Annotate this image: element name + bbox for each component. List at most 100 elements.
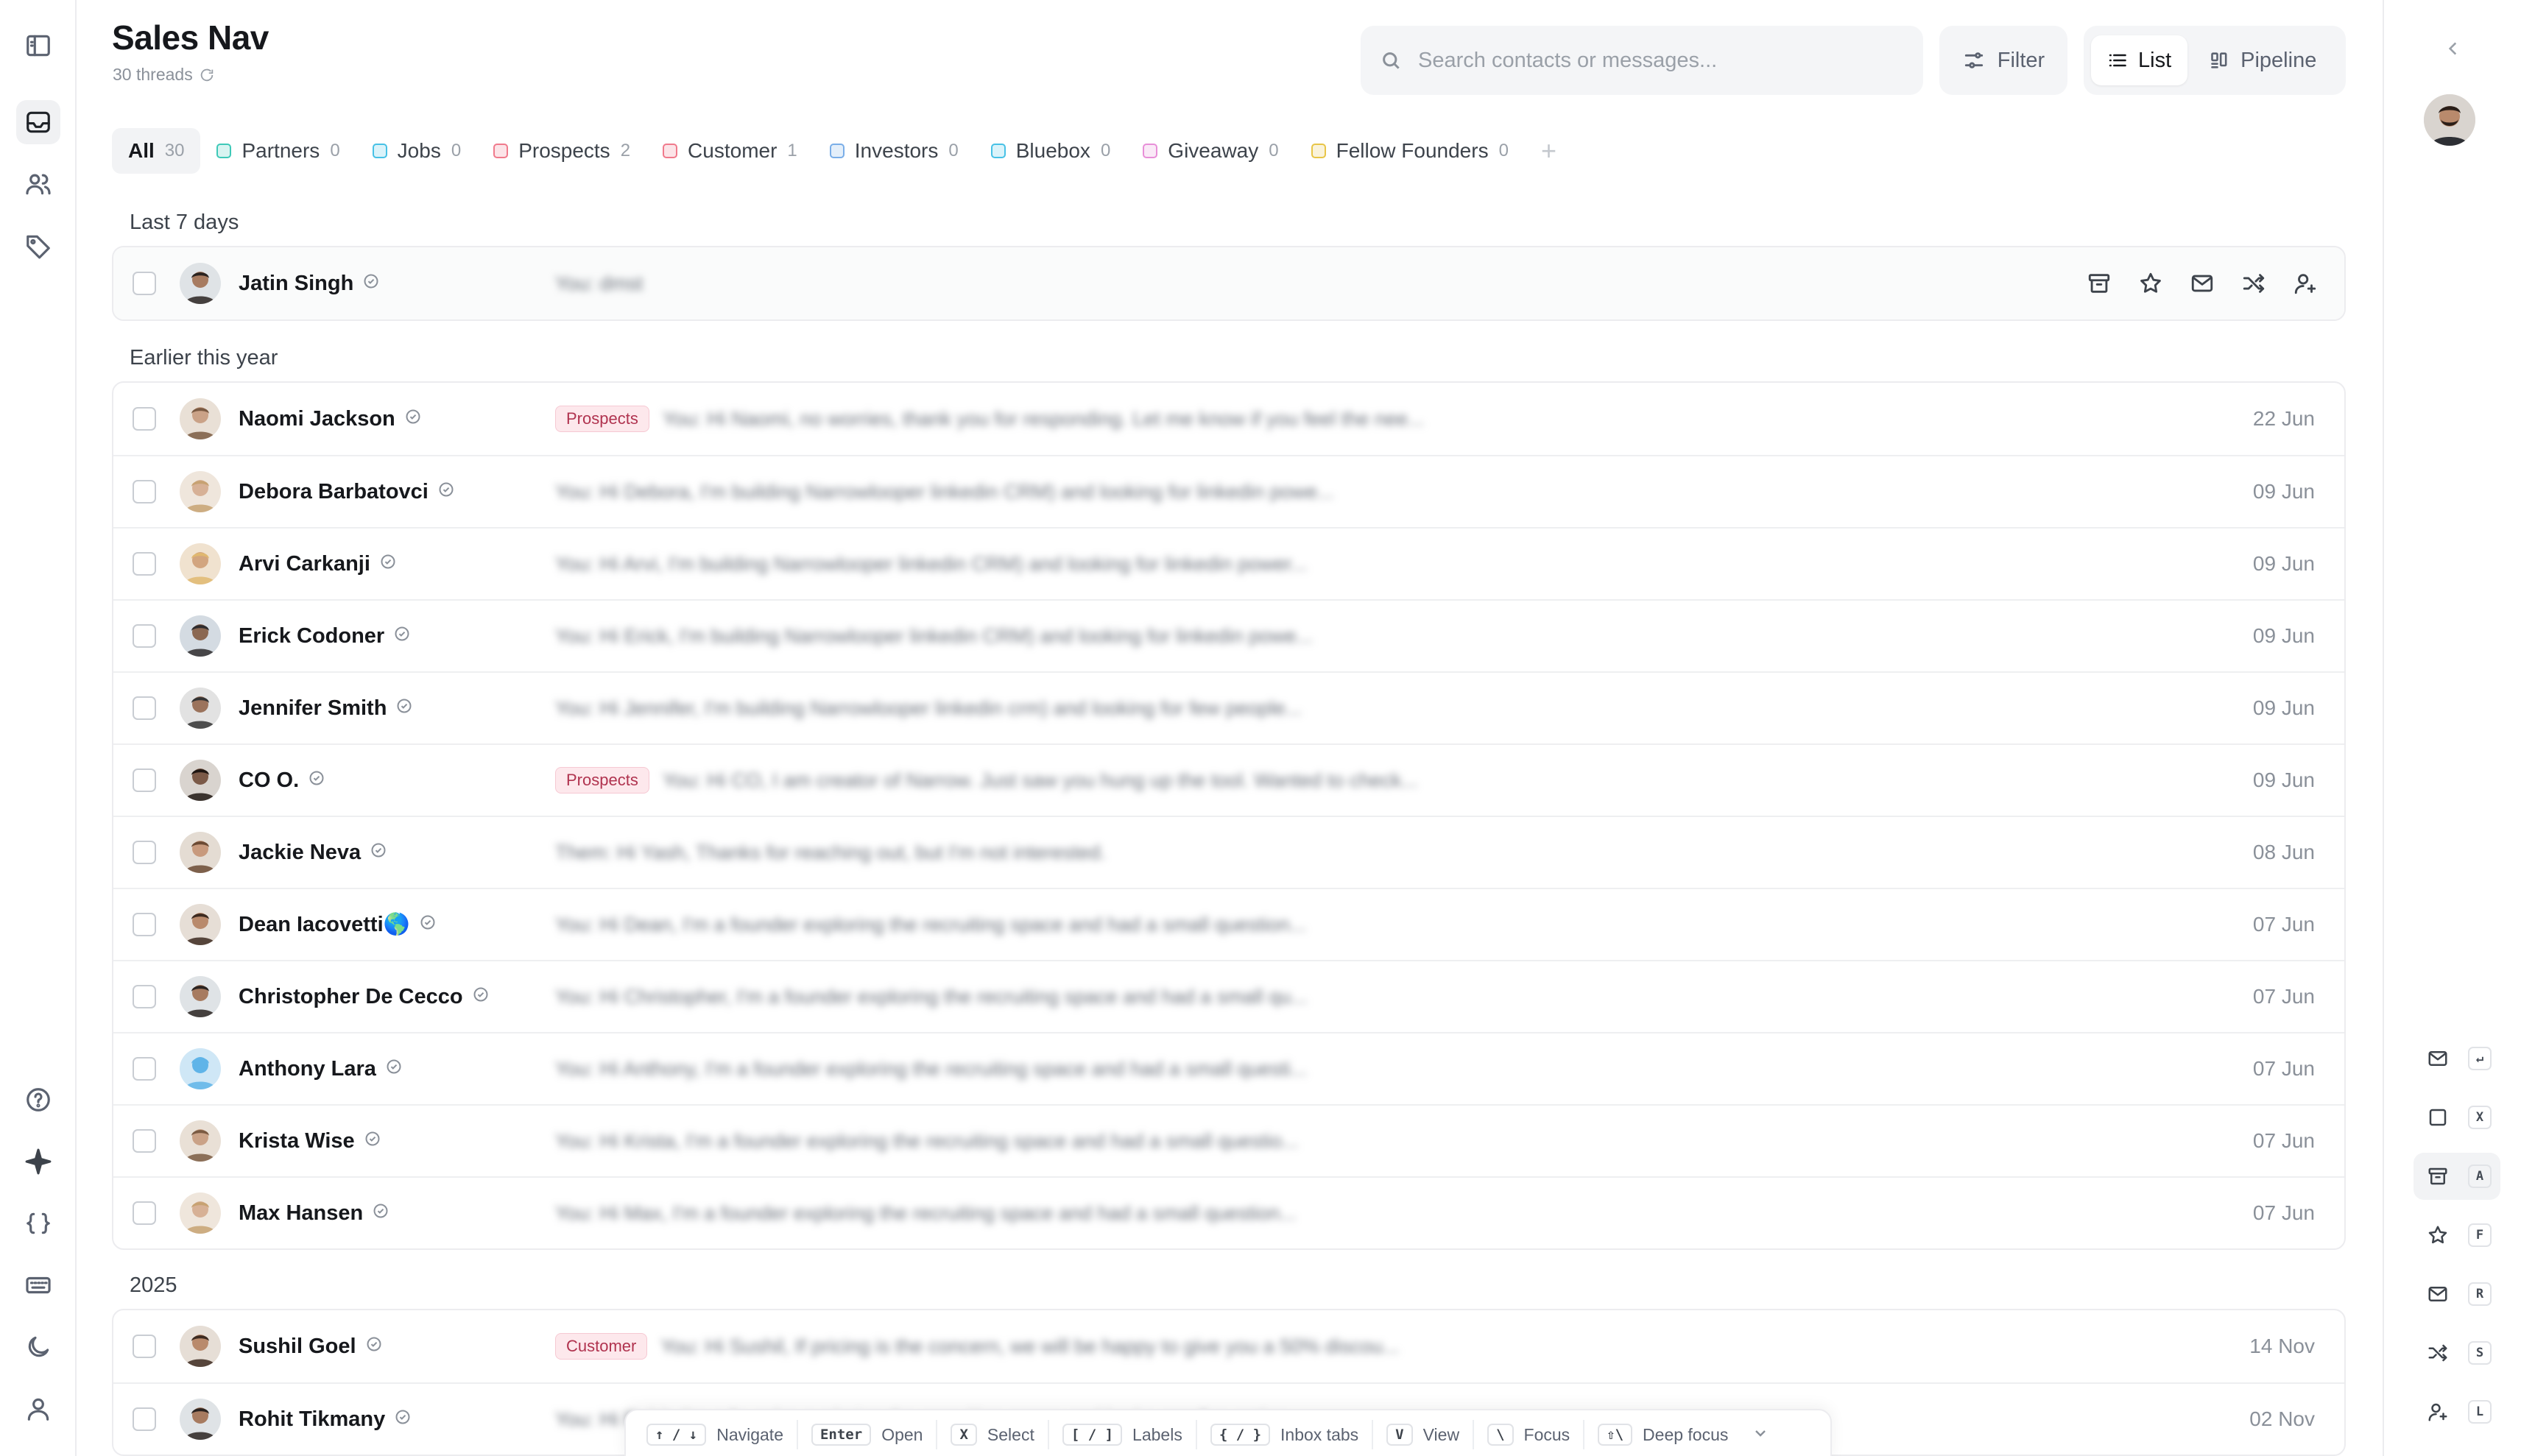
tags-icon[interactable]: [16, 224, 60, 268]
shortcut-user-plus[interactable]: L: [2414, 1388, 2500, 1435]
select-checkbox[interactable]: [133, 1407, 156, 1431]
collapse-panel-icon[interactable]: [2437, 32, 2469, 65]
select-checkbox[interactable]: [133, 624, 156, 648]
contact-name[interactable]: Jackie Neva: [239, 841, 387, 865]
contact-name-text: Erick Codoner: [239, 623, 385, 648]
verified-icon: [385, 1057, 403, 1081]
search-box[interactable]: [1361, 26, 1923, 95]
select-checkbox[interactable]: [133, 985, 156, 1008]
select-checkbox[interactable]: [133, 480, 156, 503]
contact-name[interactable]: Debora Barbatovci: [239, 480, 455, 504]
code-braces-icon[interactable]: [16, 1201, 60, 1245]
thread-row[interactable]: Jatin Singh You: dmst: [113, 247, 2344, 319]
tab-investors[interactable]: Investors 0: [814, 128, 975, 174]
filter-button[interactable]: Filter: [1939, 26, 2067, 95]
star-icon[interactable]: [2138, 271, 2163, 296]
contact-name[interactable]: Naomi Jackson: [239, 407, 422, 431]
avatar[interactable]: [2424, 94, 2475, 146]
inbox-icon[interactable]: [16, 100, 60, 144]
contact-name[interactable]: Krista Wise: [239, 1129, 381, 1153]
select-checkbox[interactable]: [133, 272, 156, 295]
thread-row[interactable]: Erick Codoner You: Hi Erick, I'm building…: [113, 599, 2344, 671]
shuffle-icon[interactable]: [2241, 271, 2266, 296]
select-checkbox[interactable]: [133, 1335, 156, 1358]
thread-row[interactable]: Arvi Carkanji You: Hi Arvi, I'm building …: [113, 527, 2344, 599]
add-tab-button[interactable]: +: [1525, 128, 1573, 174]
select-checkbox[interactable]: [133, 552, 156, 576]
profile-icon[interactable]: [16, 1387, 60, 1431]
select-checkbox[interactable]: [133, 913, 156, 936]
thread-row[interactable]: Debora Barbatovci You: Hi Debora, I'm bui…: [113, 455, 2344, 527]
contact-name[interactable]: Sushil Goel: [239, 1335, 383, 1359]
select-checkbox[interactable]: [133, 407, 156, 431]
thread-group-last7: Jatin Singh You: dmst: [112, 246, 2346, 321]
tab-count: 0: [451, 141, 462, 160]
contact-name[interactable]: Jatin Singh: [239, 272, 380, 296]
tab-jobs[interactable]: Jobs 0: [356, 128, 478, 174]
search-input[interactable]: [1418, 48, 1889, 73]
select-checkbox[interactable]: [133, 841, 156, 864]
contact-name[interactable]: Christopher De Cecco: [239, 985, 490, 1009]
sidebar-toggle-icon[interactable]: [16, 24, 60, 68]
tab-bluebox[interactable]: Bluebox 0: [975, 128, 1127, 174]
avatar: [180, 615, 221, 657]
contact-name[interactable]: Erick Codoner: [239, 624, 411, 649]
label-badge[interactable]: Prospects: [555, 406, 649, 432]
thread-row[interactable]: Christopher De Cecco You: Hi Christopher,…: [113, 960, 2344, 1032]
mail-icon[interactable]: [2190, 271, 2215, 296]
key-cap: V: [1386, 1424, 1413, 1446]
contacts-icon[interactable]: [16, 162, 60, 206]
tab-prospects[interactable]: Prospects 2: [477, 128, 646, 174]
thread-date: 07 Jun: [2252, 985, 2315, 1008]
help-icon[interactable]: [16, 1078, 60, 1122]
label-badge[interactable]: Customer: [555, 1333, 648, 1360]
shortcut-checkbox[interactable]: X: [2414, 1094, 2500, 1141]
tab-customer[interactable]: Customer 1: [646, 128, 814, 174]
view-pipeline-button[interactable]: Pipeline: [2193, 35, 2333, 85]
tab-fellow-founders[interactable]: Fellow Founders 0: [1295, 128, 1525, 174]
mail-reply-icon: [2427, 1047, 2449, 1070]
tab-giveaway[interactable]: Giveaway 0: [1126, 128, 1294, 174]
keyboard-icon[interactable]: [16, 1263, 60, 1307]
tab-label: All: [128, 139, 155, 162]
thread-row[interactable]: Anthony Lara You: Hi Anthony, I'm a found…: [113, 1032, 2344, 1104]
sparkle-icon[interactable]: [16, 1139, 60, 1184]
contact-name[interactable]: Jennifer Smith: [239, 696, 413, 721]
shortcut-mail-reply[interactable]: ↵: [2414, 1035, 2500, 1082]
thread-row[interactable]: Max Hansen You: Hi Max, I'm a founder exp…: [113, 1176, 2344, 1248]
thread-row[interactable]: Naomi Jackson Prospects You: Hi Naomi, no …: [113, 383, 2344, 455]
contact-name[interactable]: CO O.: [239, 768, 325, 793]
archive-icon[interactable]: [2087, 271, 2112, 296]
contact-name[interactable]: Max Hansen: [239, 1201, 389, 1226]
contact-name[interactable]: Rohit Tikmany: [239, 1407, 412, 1432]
kbar-item: Enter Open: [796, 1420, 936, 1449]
thread-row[interactable]: Jennifer Smith You: Hi Jennifer, I'm buil…: [113, 671, 2344, 743]
select-checkbox[interactable]: [133, 1201, 156, 1225]
select-checkbox[interactable]: [133, 1129, 156, 1153]
chevron-down-icon[interactable]: [1752, 1424, 1769, 1446]
thread-row[interactable]: Dean Iacovetti🌎 You: Hi Dean, I'm a found…: [113, 888, 2344, 960]
label-badge[interactable]: Prospects: [555, 767, 649, 794]
shortcut-archive[interactable]: A: [2414, 1153, 2500, 1200]
thread-row[interactable]: Jackie Neva Them: Hi Yash, Thanks for rea…: [113, 816, 2344, 888]
user-plus-icon[interactable]: [2293, 271, 2318, 296]
thread-row[interactable]: CO O. Prospects You: Hi CO, I am creator o…: [113, 743, 2344, 816]
shortcut-shuffle[interactable]: S: [2414, 1329, 2500, 1377]
kbar-item: \ Focus: [1473, 1420, 1583, 1449]
shortcut-star[interactable]: F: [2414, 1212, 2500, 1259]
contact-name[interactable]: Anthony Lara: [239, 1057, 403, 1081]
refresh-icon[interactable]: [199, 67, 215, 83]
thread-row[interactable]: Krista Wise You: Hi Krista, I'm a founder…: [113, 1104, 2344, 1176]
shortcut-mail[interactable]: R: [2414, 1271, 2500, 1318]
label-color-swatch: [1143, 144, 1158, 158]
dark-mode-icon[interactable]: [16, 1325, 60, 1369]
contact-name[interactable]: Arvi Carkanji: [239, 552, 397, 576]
select-checkbox[interactable]: [133, 1057, 156, 1081]
tab-all[interactable]: All 30: [112, 128, 201, 174]
contact-name[interactable]: Dean Iacovetti🌎: [239, 912, 437, 937]
select-checkbox[interactable]: [133, 696, 156, 720]
select-checkbox[interactable]: [133, 768, 156, 792]
tab-partners[interactable]: Partners 0: [200, 128, 356, 174]
thread-row[interactable]: Sushil Goel Customer You: Hi Sushil, If pr…: [113, 1310, 2344, 1382]
view-list-button[interactable]: List: [2091, 35, 2188, 85]
